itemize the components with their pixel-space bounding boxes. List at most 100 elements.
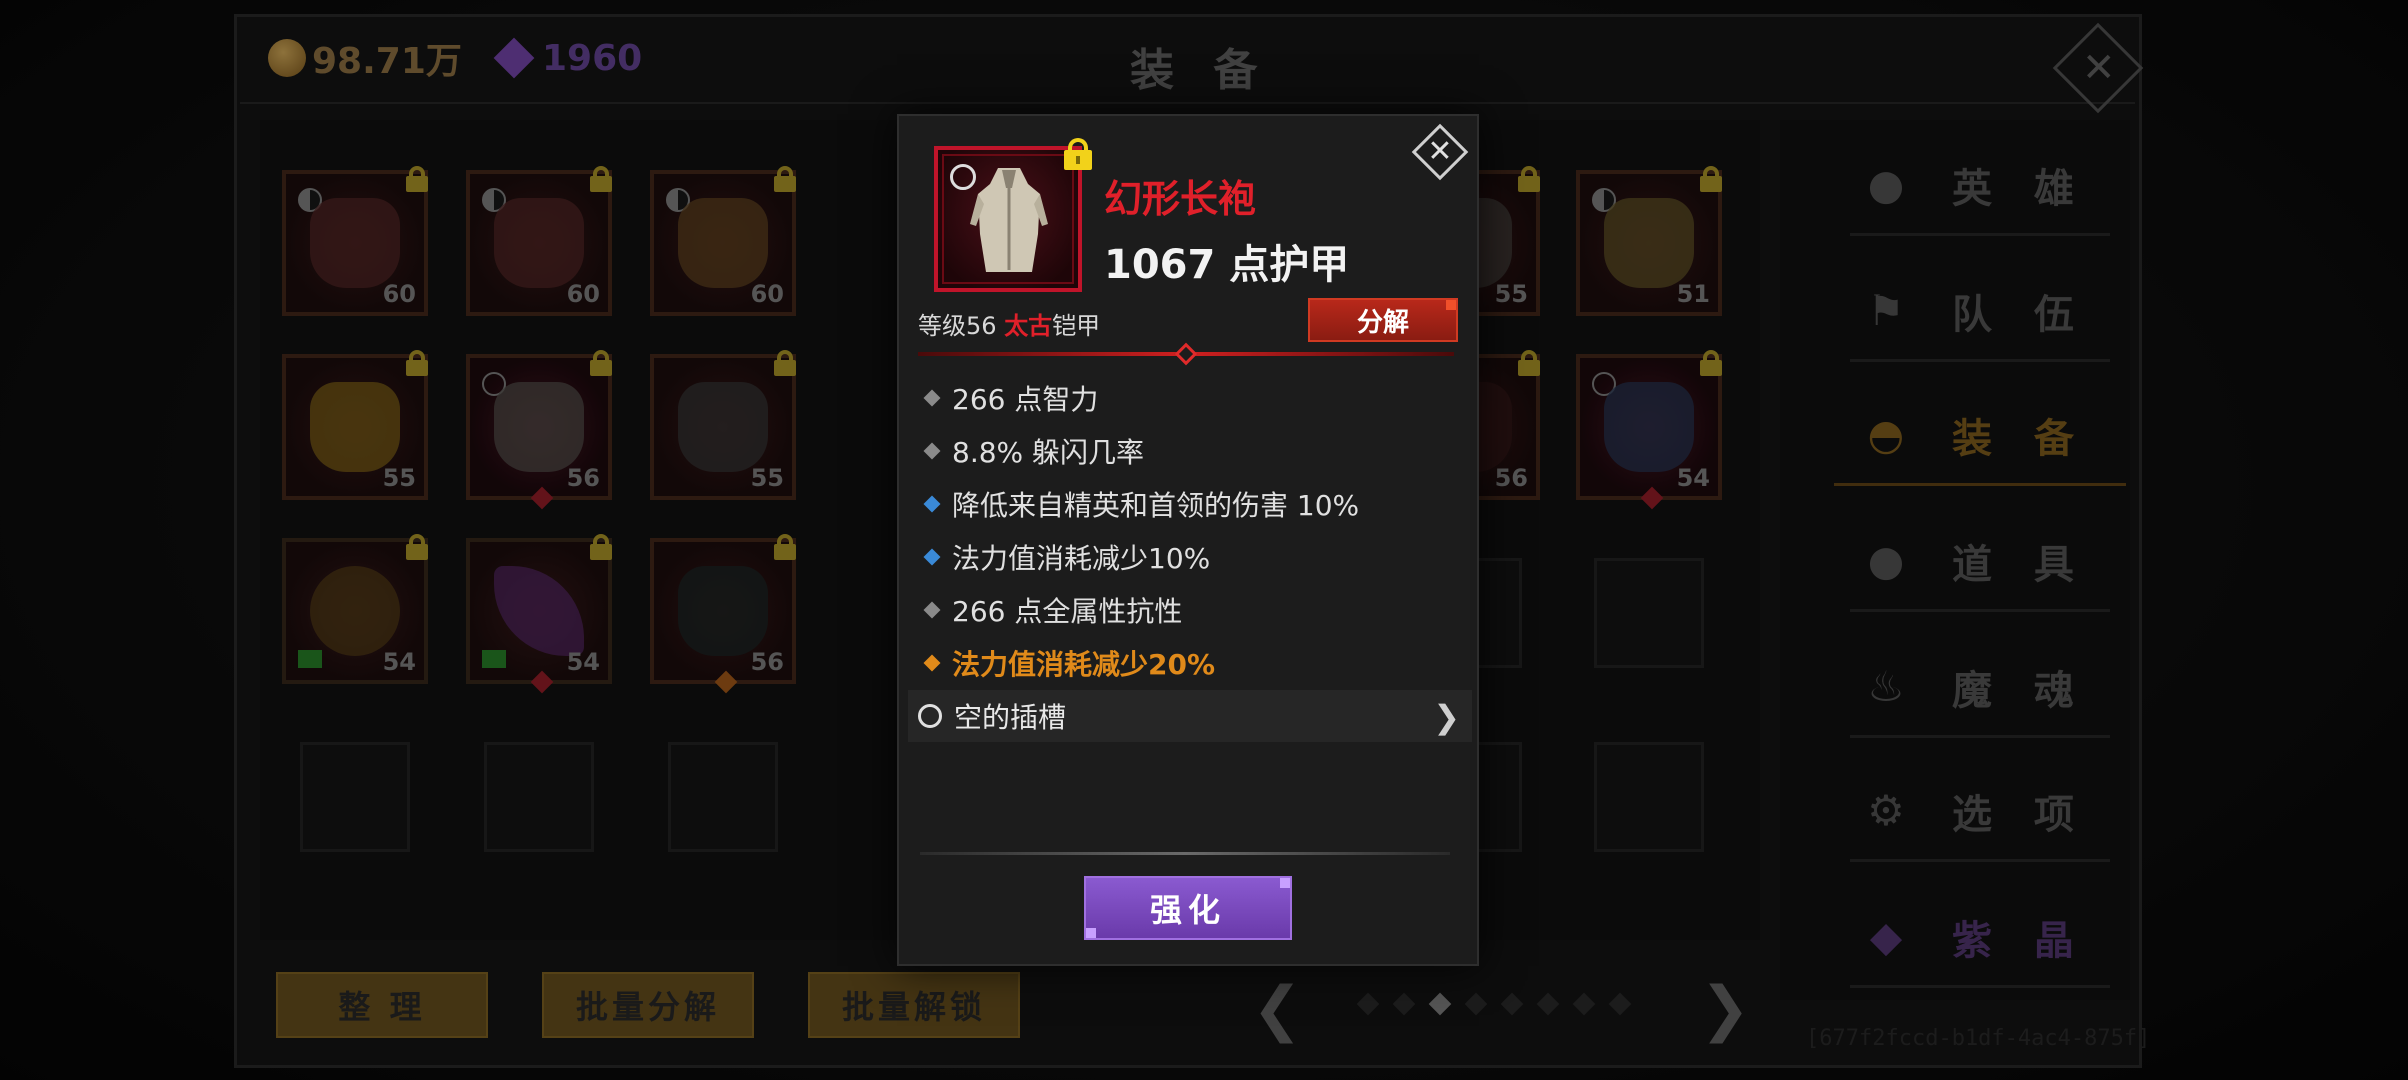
- menu-item-crystal[interactable]: ◆ 紫 晶: [1850, 888, 2110, 988]
- item-armor-value: 1067 点护甲: [1104, 242, 1350, 288]
- enhance-button[interactable]: 强化: [1084, 876, 1292, 940]
- equipment-slot[interactable]: 55: [282, 350, 428, 500]
- equipment-slot[interactable]: 55: [650, 350, 796, 500]
- lock-icon: [1518, 350, 1540, 376]
- stat-text: 8.8% 躲闪几率: [952, 436, 1145, 469]
- gear-icon: ⚙: [1867, 786, 1905, 835]
- item-level: 51: [1676, 280, 1710, 308]
- prev-page-arrow-icon[interactable]: ❮: [1252, 974, 1302, 1044]
- menu-item-souls[interactable]: ♨ 魔 魂: [1850, 638, 2110, 738]
- page-dot[interactable]: [1608, 992, 1632, 1016]
- stat-line: 法力值消耗减少10%: [922, 537, 1210, 577]
- lock-icon: [774, 350, 796, 376]
- book-icon: [298, 650, 322, 668]
- equipment-slot[interactable]: 56: [466, 350, 612, 510]
- equipment-slot[interactable]: 56: [650, 534, 796, 694]
- page-title: 装 备: [1130, 45, 1270, 96]
- item-grade: 太古: [1004, 312, 1053, 340]
- item-level: 54: [566, 648, 600, 676]
- page-dot[interactable]: [1356, 992, 1380, 1016]
- item-type: 铠甲: [1052, 312, 1101, 340]
- next-page-arrow-icon[interactable]: ❯: [1700, 974, 1750, 1044]
- equipment-slot[interactable]: 54: [466, 534, 612, 694]
- batch-salvage-button[interactable]: 批量分解: [542, 972, 754, 1038]
- batch-unlock-button[interactable]: 批量解锁: [808, 972, 1020, 1038]
- robe-icon: [970, 168, 1048, 272]
- item-level: 56: [750, 648, 784, 676]
- empty-slot[interactable]: [668, 742, 778, 852]
- legendary-stat-line: 法力值消耗减少20%: [922, 643, 1215, 683]
- page-dot[interactable]: [1572, 992, 1596, 1016]
- item-level: 60: [382, 280, 416, 308]
- salvage-button[interactable]: 分解: [1308, 298, 1458, 342]
- page-dot-active[interactable]: [1428, 992, 1452, 1016]
- bullet-icon: [923, 495, 941, 513]
- stat-text: 法力值消耗减少20%: [952, 648, 1216, 681]
- equipment-slot[interactable]: 54: [1576, 350, 1722, 510]
- lock-icon: [590, 166, 612, 192]
- salvage-label: 分解: [1356, 307, 1409, 338]
- divider: [920, 852, 1450, 855]
- lock-icon: [406, 166, 428, 192]
- horned-helmet-icon: [1604, 198, 1694, 288]
- item-level: 54: [382, 648, 416, 676]
- stat-line: 266 点全属性抗性: [922, 590, 1182, 630]
- empty-slot[interactable]: [484, 742, 594, 852]
- lock-icon: [774, 166, 796, 192]
- boots-icon: [678, 198, 768, 288]
- equipment-slot[interactable]: 54: [282, 534, 428, 684]
- enhance-label: 强化: [1149, 891, 1226, 929]
- equipment-slot[interactable]: 60: [466, 166, 612, 316]
- item-level: 等级56: [918, 312, 997, 340]
- crystal-icon: ◆: [1869, 912, 1903, 961]
- lock-icon: [406, 534, 428, 560]
- menu-item-items[interactable]: ● 道 具: [1850, 512, 2110, 612]
- menu-item-team[interactable]: ⚑ 队 伍: [1850, 262, 2110, 362]
- chevron-right-icon: ❯: [1433, 698, 1460, 736]
- menu-item-options[interactable]: ⚙ 选 项: [1850, 762, 2110, 862]
- helmet-icon: ◓: [1867, 410, 1905, 459]
- stat-line: 8.8% 躲闪几率: [922, 431, 1144, 471]
- menu-item-equipment[interactable]: ◓ 装 备: [1834, 386, 2126, 486]
- stat-text: 法力值消耗减少10%: [952, 542, 1211, 575]
- stat-line: 降低来自精英和首领的伤害 10%: [922, 484, 1359, 524]
- item-level: 60: [750, 280, 784, 308]
- gold-coin-icon: [268, 39, 306, 77]
- equipment-slot[interactable]: 60: [650, 166, 796, 316]
- lock-icon: [1700, 350, 1722, 376]
- flag-icon: ⚑: [1867, 286, 1905, 335]
- dagger-icon: [494, 566, 584, 656]
- lock-icon: [590, 534, 612, 560]
- empty-slot[interactable]: [300, 742, 410, 852]
- empty-slot[interactable]: [1594, 742, 1704, 852]
- empty-slot[interactable]: [1594, 558, 1704, 668]
- item-level: 54: [1676, 464, 1710, 492]
- lock-icon[interactable]: [1064, 138, 1092, 170]
- item-level: 55: [382, 464, 416, 492]
- page-dot[interactable]: [1536, 992, 1560, 1016]
- page-dot[interactable]: [1500, 992, 1524, 1016]
- bullet-icon: [923, 442, 941, 460]
- gold-amount: 98.71万: [312, 41, 462, 82]
- page-dot[interactable]: [1392, 992, 1416, 1016]
- close-icon: ✕: [1427, 134, 1453, 169]
- sort-button[interactable]: 整 理: [276, 972, 488, 1038]
- menu-item-heroes[interactable]: ● 英 雄: [1850, 136, 2110, 236]
- scarf-icon: [494, 198, 584, 288]
- bullet-icon: [923, 601, 941, 619]
- lock-icon: [1700, 166, 1722, 192]
- item-level: 60: [566, 280, 600, 308]
- close-icon: ✕: [2082, 45, 2116, 91]
- session-id: [677f2fccd-b1df-4ac4-875f]: [1806, 1026, 2151, 1051]
- gem-amount: 1960: [542, 37, 643, 79]
- empty-socket-row[interactable]: 空的插槽 ❯: [908, 690, 1472, 742]
- equipment-slot[interactable]: 51: [1576, 166, 1722, 316]
- equipment-slot[interactable]: 60: [282, 166, 428, 316]
- hood-icon: [678, 566, 768, 656]
- heroes-icon: ●: [1867, 160, 1905, 209]
- page-dot[interactable]: [1464, 992, 1488, 1016]
- gem-display: 1960: [493, 36, 643, 80]
- socket-icon: [918, 704, 942, 728]
- item-level: 56: [566, 464, 600, 492]
- lock-icon: [406, 350, 428, 376]
